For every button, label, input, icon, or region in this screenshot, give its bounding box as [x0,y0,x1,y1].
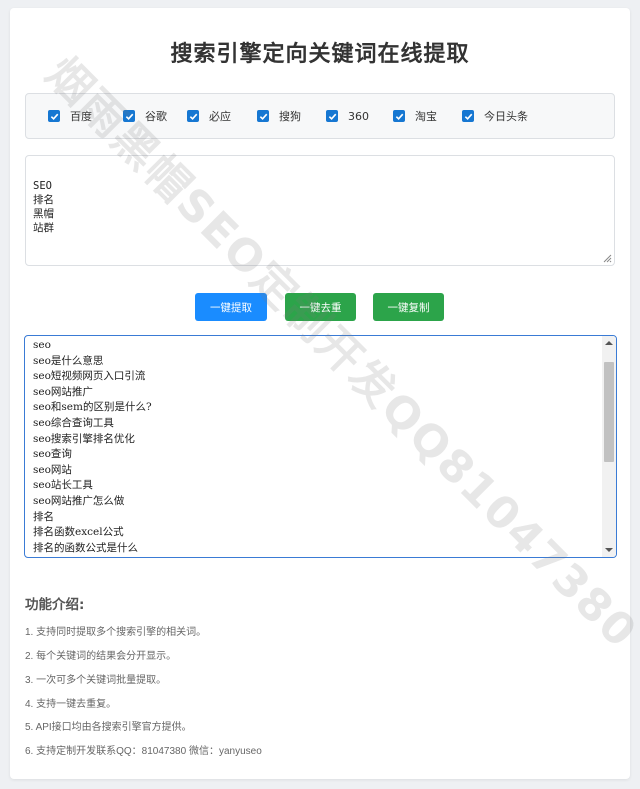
engine-checkbox-toutiao[interactable]: 今日头条 [462,108,528,124]
result-line: seo和sem的区别是什么? [33,401,152,414]
engine-checkbox-baidu[interactable]: 百度 [48,108,92,124]
result-line: 排名 [33,510,54,523]
checkbox-checked-icon[interactable] [123,110,135,122]
scroll-down-icon[interactable] [602,543,616,557]
engine-checkbox-bing[interactable]: 必应 [187,108,231,124]
copy-button[interactable]: 一键复制 [373,293,444,321]
result-line: seo网站推广 [33,385,93,398]
engine-label: 淘宝 [415,110,437,123]
scroll-up-icon[interactable] [602,336,616,350]
keyword-input[interactable]: SEO 排名 黑帽 站群 [25,155,615,266]
result-line: seo网站 [33,463,72,476]
result-textarea[interactable]: seo seo是什么意思 seo短视频网页入口引流 seo网站推广 seo和se… [24,335,617,558]
engine-selector: 百度 谷歌 必应 搜狗 360 淘宝 今日头条 [25,93,615,139]
feature-item: 3. 一次可多个关键词批量提取。 [25,675,167,686]
feature-item: 2. 每个关键词的结果会分开显示。 [25,651,177,662]
feature-item: 1. 支持同时提取多个搜索引擎的相关词。 [25,627,207,638]
result-line: seo搜索引擎排名优化 [33,432,135,445]
feature-item: 6. 支持定制开发联系QQ：81047380 微信：yanyuseo [25,746,262,757]
engine-label: 今日头条 [484,110,528,123]
keyword-input-value: SEO 排名 黑帽 站群 [33,180,54,234]
extract-button[interactable]: 一键提取 [195,293,267,321]
result-line: seo是什么意思 [33,354,104,367]
engine-label: 谷歌 [145,110,167,123]
engine-checkbox-google[interactable]: 谷歌 [123,108,167,124]
scrollbar-thumb[interactable] [604,362,614,462]
result-line: 排名函数excel公式 [33,526,124,539]
result-line: seo查询 [33,448,72,461]
checkbox-checked-icon[interactable] [187,110,199,122]
result-line: seo短视频网页入口引流 [33,370,146,383]
checkbox-checked-icon[interactable] [393,110,405,122]
result-list: seo seo是什么意思 seo短视频网页入口引流 seo网站推广 seo和se… [33,338,596,556]
feature-item: 5. API接口均由各搜索引擎官方提供。 [25,722,192,733]
engine-checkbox-sogou[interactable]: 搜狗 [257,108,301,124]
checkbox-checked-icon[interactable] [326,110,338,122]
checkbox-checked-icon[interactable] [462,110,474,122]
engine-label: 百度 [70,110,92,123]
result-line: seo [33,339,51,351]
engine-checkbox-360[interactable]: 360 [326,108,369,124]
result-line: 排名的函数公式是什么 [33,541,138,554]
engine-label: 360 [348,109,369,123]
result-line: seo综合查询工具 [33,416,114,429]
engine-checkbox-taobao[interactable]: 淘宝 [393,108,437,124]
engine-label: 搜狗 [279,110,301,123]
result-line: seo站长工具 [33,479,93,492]
dedupe-button[interactable]: 一键去重 [285,293,356,321]
resize-grip-icon[interactable] [602,253,612,263]
result-line: seo网站推广怎么做 [33,494,125,507]
page-title: 搜索引擎定向关键词在线提取 [170,42,470,67]
feature-item: 4. 支持一键去重复。 [25,699,117,710]
checkbox-checked-icon[interactable] [257,110,269,122]
checkbox-checked-icon[interactable] [48,110,60,122]
engine-label: 必应 [209,110,231,123]
vertical-scrollbar[interactable] [602,336,616,557]
features-title: 功能介绍: [25,597,85,613]
